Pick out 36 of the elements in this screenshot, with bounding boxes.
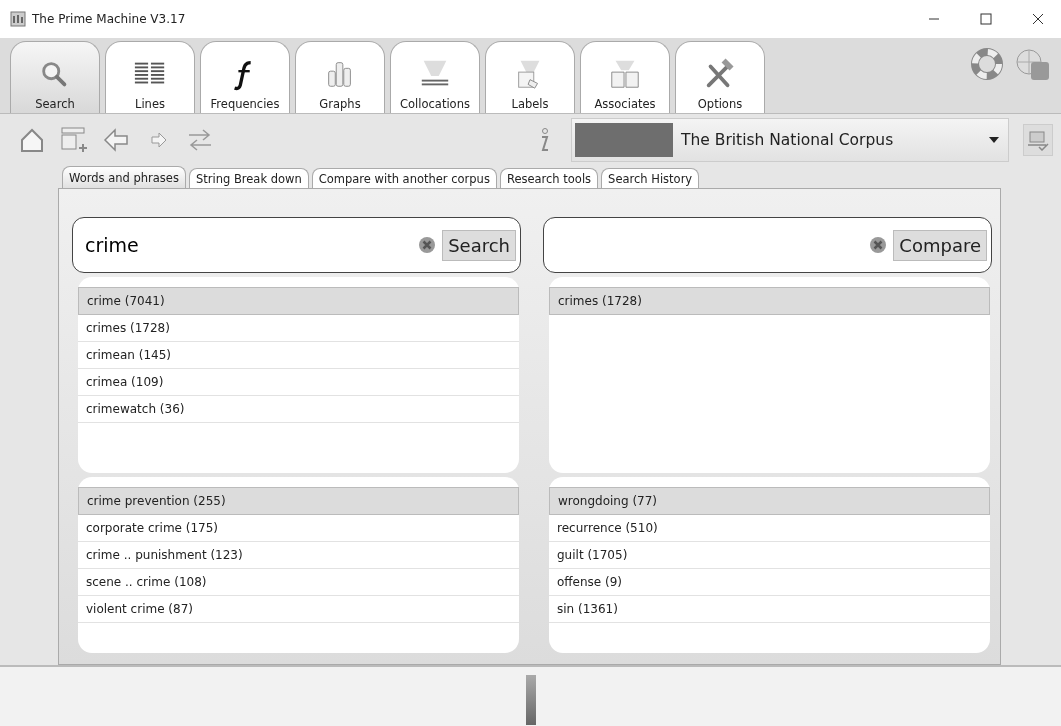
- swap-arrows-icon[interactable]: [186, 126, 214, 154]
- list-item[interactable]: crimes (1728): [549, 287, 990, 315]
- search-button[interactable]: Search: [442, 229, 516, 261]
- main-tab[interactable]: Frequencies: [200, 41, 290, 113]
- corpus-dropdown[interactable]: The British National Corpus: [571, 118, 1009, 162]
- close-icon[interactable]: [1032, 13, 1044, 25]
- compare-field[interactable]: Compare: [543, 217, 992, 273]
- main-tab[interactable]: Options: [675, 41, 765, 113]
- list-item[interactable]: crime prevention (255): [78, 487, 519, 515]
- main-tab[interactable]: Lines: [105, 41, 195, 113]
- main-tab[interactable]: Collocations: [390, 41, 480, 113]
- lifebuoy-icon[interactable]: [971, 48, 1003, 80]
- list-item[interactable]: wrongdoing (77): [549, 487, 990, 515]
- app-icon: [10, 11, 26, 27]
- compare-button[interactable]: Compare: [893, 229, 987, 261]
- home-icon[interactable]: [18, 126, 46, 154]
- main-tab[interactable]: Graphs: [295, 41, 385, 113]
- table-add-icon[interactable]: [60, 126, 88, 154]
- main-tab[interactable]: Labels: [485, 41, 575, 113]
- caret-icon: [989, 137, 999, 143]
- sub-tab[interactable]: Words and phrases: [62, 166, 186, 188]
- main-tab[interactable]: Search: [10, 41, 100, 113]
- maximize-icon[interactable]: [980, 13, 992, 25]
- computer-check-icon[interactable]: [1023, 124, 1053, 156]
- resize-grip[interactable]: [525, 675, 536, 725]
- main-tab[interactable]: Associates: [580, 41, 670, 113]
- sub-tab[interactable]: Compare with another corpus: [311, 168, 497, 188]
- sub-tab[interactable]: Research tools: [499, 168, 599, 188]
- search-field[interactable]: crime Search: [72, 217, 521, 273]
- list-item[interactable]: crime (7041): [78, 287, 519, 315]
- sub-tab[interactable]: Search History: [601, 168, 700, 188]
- sub-tab[interactable]: String Break down: [188, 168, 309, 188]
- back-arrow-icon[interactable]: [102, 126, 130, 154]
- window-title: The Prime Machine V3.17: [32, 12, 187, 26]
- clear-icon[interactable]: [869, 236, 888, 254]
- clear-icon[interactable]: [418, 236, 437, 254]
